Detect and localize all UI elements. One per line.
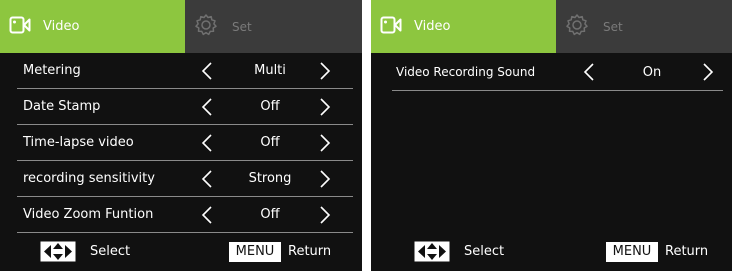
select-hint: Select <box>90 244 131 259</box>
chevron-left-icon[interactable] <box>201 134 213 152</box>
settings-list: Video Recording Sound On <box>371 54 732 91</box>
setting-label: Video Recording Sound <box>396 65 536 79</box>
tab-set-label: Set <box>232 19 252 34</box>
select-hint: Select <box>464 244 505 259</box>
setting-label: recording sensitivity <box>23 171 155 186</box>
setting-label: Video Zoom Funtion <box>23 207 154 222</box>
setting-label: Date Stamp <box>23 99 101 114</box>
video-camera-icon <box>9 16 31 38</box>
menu-key[interactable]: MENU <box>606 242 658 262</box>
setting-row-video-zoom-function[interactable]: Video Zoom Funtion Off <box>17 197 353 233</box>
setting-row-video-recording-sound[interactable]: Video Recording Sound On <box>392 54 723 91</box>
tab-set[interactable]: Set <box>185 0 362 53</box>
settings-list: Metering Multi Date Stamp Off Time-lapse… <box>0 53 362 233</box>
return-hint: Return <box>665 244 709 259</box>
chevron-right-icon[interactable] <box>319 62 331 80</box>
setting-value: Off <box>260 207 280 222</box>
tab-set[interactable]: Set <box>556 0 732 53</box>
chevron-right-icon[interactable] <box>319 134 331 152</box>
setting-row-recording-sensitivity[interactable]: recording sensitivity Strong <box>17 161 353 197</box>
chevron-right-icon[interactable] <box>319 170 331 188</box>
setting-label: Metering <box>23 63 81 78</box>
chevron-right-icon[interactable] <box>702 63 714 81</box>
return-hint: Return <box>288 244 332 259</box>
tab-bar: Video Set <box>0 0 362 53</box>
video-camera-icon <box>380 16 402 38</box>
footer-hint-bar: Select MENU Return <box>0 233 362 271</box>
setting-row-date-stamp[interactable]: Date Stamp Off <box>17 89 353 125</box>
tab-bar: Video Set <box>371 0 732 53</box>
four-way-arrow-icon <box>40 241 76 262</box>
menu-key[interactable]: MENU <box>229 242 281 262</box>
chevron-left-icon[interactable] <box>201 170 213 188</box>
four-way-arrow-icon <box>414 241 450 262</box>
setting-value: Off <box>260 135 280 150</box>
setting-value: Multi <box>254 63 286 78</box>
tab-set-label: Set <box>603 19 623 34</box>
tab-video[interactable]: Video <box>371 0 556 53</box>
setting-value: Off <box>260 99 280 114</box>
setting-row-metering[interactable]: Metering Multi <box>17 53 353 89</box>
tab-video-label: Video <box>43 19 80 34</box>
gear-icon <box>194 13 218 41</box>
setting-value: On <box>642 65 662 80</box>
chevron-left-icon[interactable] <box>201 206 213 224</box>
setting-label: Time-lapse video <box>23 135 134 150</box>
setting-value: Strong <box>248 171 292 186</box>
tab-video-label: Video <box>414 19 451 34</box>
chevron-left-icon[interactable] <box>201 62 213 80</box>
setting-row-time-lapse-video[interactable]: Time-lapse video Off <box>17 125 353 161</box>
footer-hint-bar: Select MENU Return <box>371 233 732 271</box>
chevron-left-icon[interactable] <box>583 63 595 81</box>
chevron-left-icon[interactable] <box>201 98 213 116</box>
tab-video[interactable]: Video <box>0 0 185 53</box>
gear-icon <box>565 13 589 41</box>
camera-menu-screen-right: Video Set Video Recording Sound On Selec… <box>371 0 732 271</box>
chevron-right-icon[interactable] <box>319 206 331 224</box>
camera-menu-screen-left: Video Set Metering Multi Date Stamp Off … <box>0 0 362 271</box>
chevron-right-icon[interactable] <box>319 98 331 116</box>
